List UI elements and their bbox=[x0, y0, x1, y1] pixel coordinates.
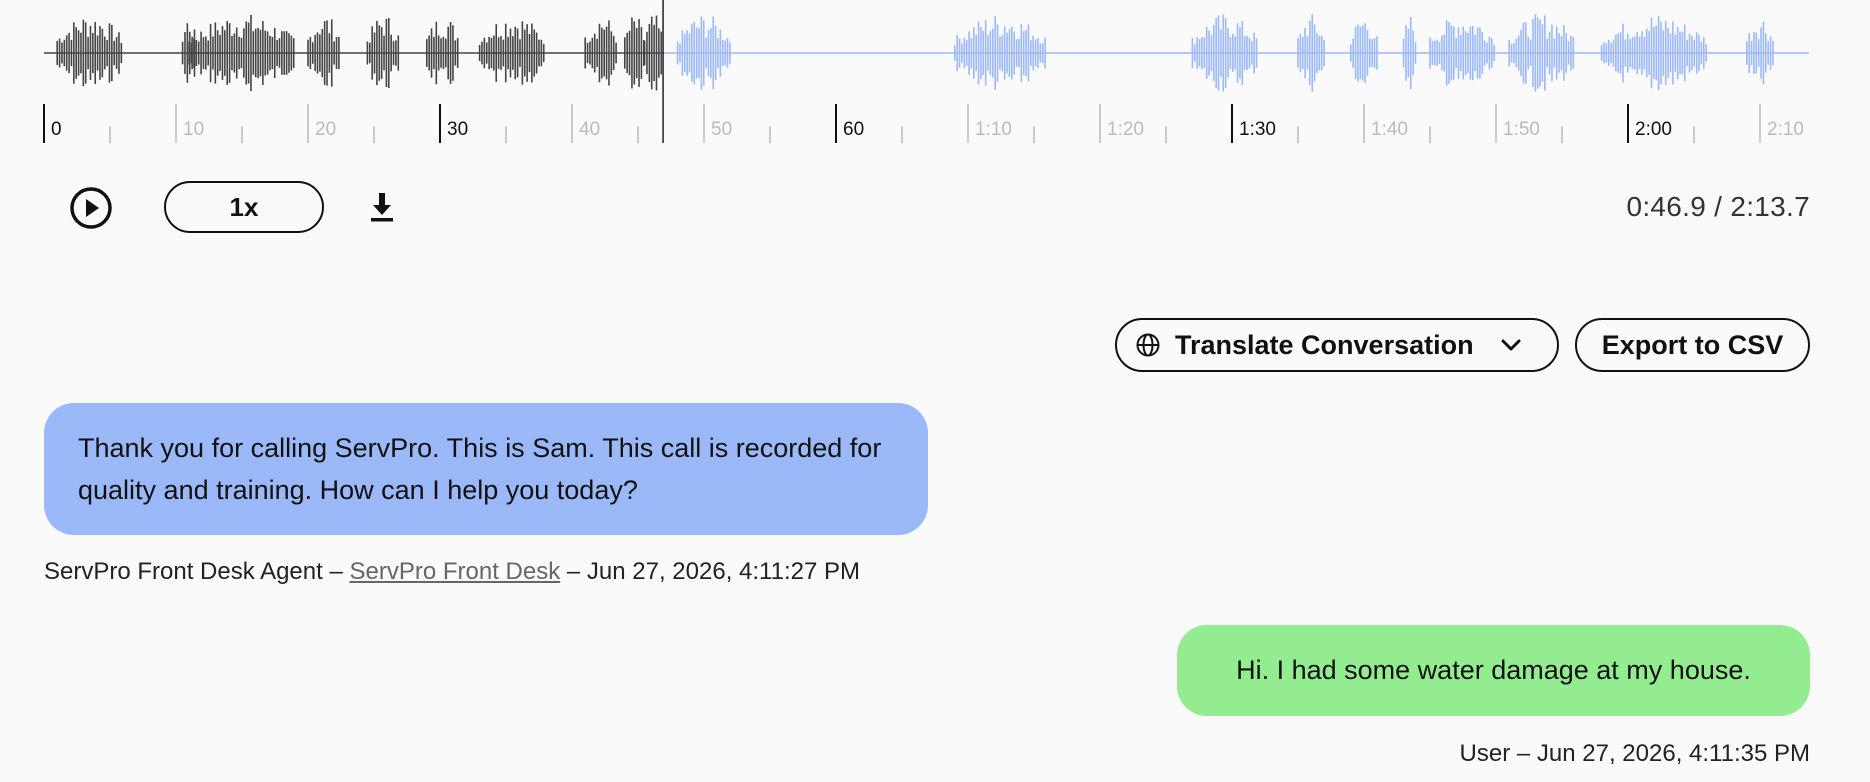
timeline-tick-label: 1:40 bbox=[1371, 119, 1408, 140]
translate-conversation-button[interactable]: Translate Conversation bbox=[1115, 318, 1559, 372]
globe-icon bbox=[1136, 333, 1160, 357]
meta-separator: – bbox=[560, 558, 587, 585]
time-readout: 0:46.9 / 2:13.7 bbox=[1626, 191, 1810, 222]
timeline-tick-label: 1:10 bbox=[975, 119, 1012, 140]
translate-conversation-label: Translate Conversation bbox=[1175, 329, 1474, 360]
play-button[interactable] bbox=[68, 185, 114, 231]
timeline-tick-label: 0 bbox=[51, 119, 62, 140]
download-icon bbox=[371, 193, 393, 222]
export-csv-button[interactable]: Export to CSV bbox=[1575, 318, 1810, 372]
timeline-tick-label: 1:30 bbox=[1239, 119, 1276, 140]
timeline-tick-label: 1:50 bbox=[1503, 119, 1540, 140]
agent-message-text: Thank you for calling ServPro. This is S… bbox=[78, 433, 882, 505]
user-sender: User bbox=[1459, 740, 1511, 767]
agent-timestamp: Jun 27, 2026, 4:11:27 PM bbox=[586, 558, 860, 585]
audio-waveform[interactable]: 0 10 20 30 40 50 60 1:10 1:20 1:30 1:40 1:50 2:00 2:1… bbox=[0, 0, 1870, 145]
agent-message-bubble: Thank you for calling ServPro. This is S… bbox=[44, 403, 928, 535]
player-controls: 1x 0:46.9 / 2:13.7 bbox=[0, 175, 1870, 240]
export-csv-label: Export to CSV bbox=[1601, 329, 1784, 360]
user-message-meta: User – Jun 27, 2026, 4:11:35 PM bbox=[1460, 740, 1810, 768]
timeline-tick-label: 30 bbox=[447, 119, 468, 140]
meta-separator: – bbox=[322, 558, 350, 585]
user-timestamp: Jun 27, 2026, 4:11:35 PM bbox=[1536, 740, 1810, 767]
download-button[interactable] bbox=[362, 187, 402, 227]
chevron-down-icon bbox=[1501, 339, 1521, 351]
play-circle-icon bbox=[70, 187, 112, 229]
agent-desk-link[interactable]: ServPro Front Desk bbox=[349, 558, 560, 585]
user-message-text: Hi. I had some water damage at my house. bbox=[1236, 655, 1751, 685]
agent-sender: ServPro Front Desk Agent bbox=[44, 558, 323, 585]
timeline-tick-label: 2:10 bbox=[1767, 119, 1804, 140]
waveform-canvas[interactable]: 0 10 20 30 40 50 60 1:10 1:20 1:30 1:40 1:50 2:00 2:1… bbox=[0, 0, 1870, 145]
timeline-tick-label: 40 bbox=[579, 119, 600, 140]
user-message-bubble: Hi. I had some water damage at my house. bbox=[1177, 625, 1810, 716]
meta-separator: – bbox=[1510, 740, 1537, 767]
timeline-tick-label: 60 bbox=[843, 119, 864, 140]
timeline-tick-label: 50 bbox=[711, 119, 732, 140]
timeline-tick-label: 10 bbox=[183, 119, 204, 140]
agent-message-meta: ServPro Front Desk Agent – ServPro Front… bbox=[44, 558, 860, 586]
playback-speed-button[interactable]: 1x bbox=[164, 181, 324, 233]
timeline-tick-label: 1:20 bbox=[1107, 119, 1144, 140]
timeline-tick-label: 20 bbox=[315, 119, 336, 140]
playback-speed-label: 1x bbox=[229, 191, 259, 222]
timeline-tick-label: 2:00 bbox=[1635, 119, 1672, 140]
